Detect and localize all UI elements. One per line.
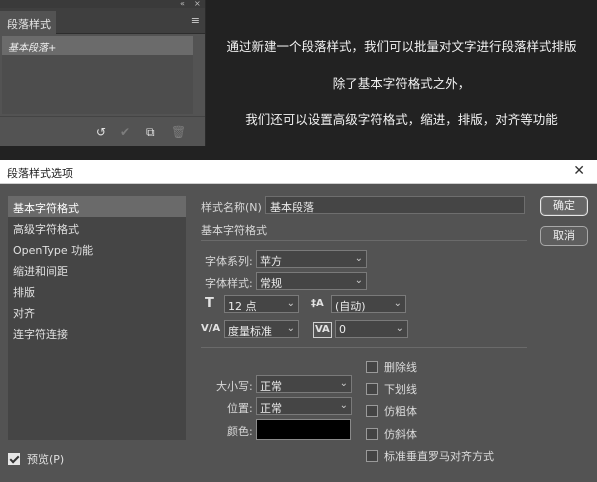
chevron-down-icon: ⌄ — [354, 253, 363, 264]
close-icon[interactable]: ✕ — [573, 163, 585, 179]
font-size-value: 12 点 — [228, 300, 257, 313]
font-family-value: 苹方 — [260, 255, 282, 268]
clear-override-icon[interactable]: ↺ — [96, 126, 106, 138]
faux-italic-label: 仿斜体 — [384, 428, 417, 441]
dialog-titlebar: 段落样式选项 ✕ — [0, 160, 597, 184]
chevron-down-icon: ⌄ — [286, 323, 295, 334]
leading-value: (自动) — [335, 300, 366, 313]
panel-tab-row: 段落样式 ≡ — [0, 8, 205, 34]
style-name-label: 样式名称(N) — [201, 201, 262, 214]
tracking-select[interactable]: 0 ⌄ — [335, 320, 408, 338]
case-select[interactable]: 正常 ⌄ — [256, 375, 352, 393]
caption-line-3: 我们还可以设置高级字符格式，缩进，排版，对齐等功能 — [245, 112, 558, 127]
position-value: 正常 — [260, 402, 282, 415]
section-divider — [201, 240, 527, 241]
underline-label: 下划线 — [384, 383, 417, 396]
kerning-value: 度量标准 — [228, 325, 272, 338]
tracking-icon: VA — [313, 322, 332, 338]
redefine-style-icon[interactable]: ✔ — [120, 126, 130, 138]
panel-scrollbar[interactable] — [194, 36, 204, 114]
panel-footer: ↺ ✔ ⧉ 🗑 — [0, 116, 205, 146]
style-list: 基本段落+ — [2, 36, 193, 114]
dialog-title: 段落样式选项 — [7, 167, 73, 180]
color-label: 颜色: — [227, 425, 253, 438]
standard-vertical-roman-label: 标准垂直罗马对齐方式 — [384, 450, 494, 463]
underline-checkbox[interactable] — [366, 383, 378, 395]
color-swatch[interactable] — [256, 419, 351, 440]
faux-italic-option[interactable]: 仿斜体 — [366, 426, 417, 442]
font-size-select[interactable]: 12 点 ⌄ — [224, 295, 299, 313]
tab-paragraph-styles[interactable]: 段落样式 — [0, 11, 56, 34]
chevron-down-icon: ⌄ — [339, 400, 348, 411]
collapse-panel-icon[interactable]: « — [180, 0, 185, 8]
underline-option[interactable]: 下划线 — [366, 381, 417, 397]
close-panel-icon[interactable]: × — [194, 0, 201, 8]
preview-option[interactable]: 预览(P) — [8, 451, 64, 467]
category-justification[interactable]: 对齐 — [8, 301, 186, 322]
paragraph-styles-panel: « × 段落样式 ≡ 基本段落+ ↺ ✔ ⧉ 🗑 — [0, 0, 206, 146]
category-hyphenation[interactable]: 连字符连接 — [8, 322, 186, 343]
fields-divider — [201, 347, 527, 348]
new-style-icon[interactable]: ⧉ — [146, 126, 155, 138]
ok-button[interactable]: 确定 — [540, 196, 588, 216]
leading-icon: ‡A — [311, 298, 324, 309]
strikethrough-option[interactable]: 删除线 — [366, 359, 417, 375]
case-label: 大小写: — [216, 380, 253, 393]
tracking-value: 0 — [339, 323, 346, 336]
category-opentype-features[interactable]: OpenType 功能 — [8, 238, 186, 259]
font-style-label: 字体样式: — [205, 277, 253, 290]
position-select[interactable]: 正常 ⌄ — [256, 397, 352, 415]
chevron-down-icon: ⌄ — [393, 298, 402, 309]
style-name-field[interactable]: 基本段落 — [265, 196, 525, 214]
font-family-select[interactable]: 苹方 ⌄ — [256, 250, 367, 268]
category-basic-character-formats[interactable]: 基本字符格式 — [8, 196, 186, 217]
category-indents-spacing[interactable]: 缩进和间距 — [8, 259, 186, 280]
font-family-label: 字体系列: — [205, 255, 253, 268]
hamburger-menu-icon[interactable]: ≡ — [191, 15, 200, 26]
position-label: 位置: — [227, 402, 253, 415]
category-list: 基本字符格式 高级字符格式 OpenType 功能 缩进和间距 排版 对齐 连字… — [8, 196, 186, 440]
category-advanced-character-formats[interactable]: 高级字符格式 — [8, 217, 186, 238]
chevron-down-icon: ⌄ — [339, 378, 348, 389]
chevron-down-icon: ⌄ — [354, 275, 363, 286]
category-composition[interactable]: 排版 — [8, 280, 186, 301]
panel-top-strip: « × — [0, 0, 205, 8]
chevron-down-icon: ⌄ — [286, 298, 295, 309]
chevron-down-icon: ⌄ — [395, 323, 404, 334]
leading-select[interactable]: (自动) ⌄ — [331, 295, 406, 313]
faux-bold-checkbox[interactable] — [366, 405, 378, 417]
faux-bold-option[interactable]: 仿粗体 — [366, 403, 417, 419]
delete-icon[interactable]: 🗑 — [171, 126, 186, 138]
caption-line-1: 通过新建一个段落样式，我们可以批量对文字进行段落样式排版 — [226, 39, 577, 54]
font-style-value: 常规 — [260, 277, 282, 290]
font-style-select[interactable]: 常规 ⌄ — [256, 272, 367, 290]
paragraph-style-options-dialog: 段落样式选项 ✕ 基本字符格式 高级字符格式 OpenType 功能 缩进和间距… — [0, 160, 597, 482]
cancel-button[interactable]: 取消 — [540, 226, 588, 246]
style-item-basic-paragraph[interactable]: 基本段落+ — [2, 36, 193, 55]
faux-italic-checkbox[interactable] — [366, 428, 378, 440]
case-value: 正常 — [260, 380, 282, 393]
strikethrough-label: 删除线 — [384, 361, 417, 374]
standard-vertical-roman-checkbox[interactable] — [366, 450, 378, 462]
kerning-select[interactable]: 度量标准 ⌄ — [224, 320, 299, 338]
preview-checkbox[interactable] — [8, 453, 20, 465]
preview-label: 预览(P) — [27, 453, 65, 466]
caption-line-2: 除了基本字符格式之外， — [332, 76, 471, 91]
section-title: 基本字符格式 — [201, 224, 267, 237]
faux-bold-label: 仿粗体 — [384, 405, 417, 418]
font-size-icon: T — [205, 296, 214, 311]
strikethrough-checkbox[interactable] — [366, 361, 378, 373]
kerning-icon: V/A — [201, 323, 221, 334]
standard-vertical-roman-option[interactable]: 标准垂直罗马对齐方式 — [366, 448, 494, 464]
